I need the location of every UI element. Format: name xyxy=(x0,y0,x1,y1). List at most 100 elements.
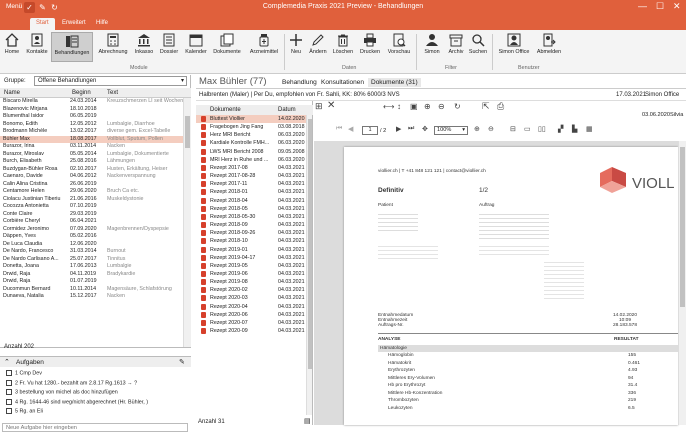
fit-height-icon[interactable]: ↕ xyxy=(397,102,401,111)
inkasso-button[interactable]: Inkasso xyxy=(132,33,156,55)
calendar-button[interactable]: Kalender xyxy=(183,33,209,55)
first-page-icon[interactable]: ⏮ xyxy=(336,125,342,133)
patient-row[interactable]: Ciolacu Justinian Tiberiu 21.06.2016 Muske… xyxy=(0,196,183,204)
document-row[interactable]: Rezept 2019-01 04.03.2021 xyxy=(196,246,306,254)
document-row[interactable]: Rezept 2019-04-17 04.03.2021 xyxy=(196,254,306,262)
col-beginn[interactable]: Beginn xyxy=(72,90,91,96)
maximize-icon[interactable]: ☐ xyxy=(656,1,664,12)
zoom-in-small-icon[interactable]: ⊕ xyxy=(474,125,480,133)
collapse-icon[interactable]: ⌃ xyxy=(4,358,10,366)
tab-start[interactable]: Start xyxy=(30,18,55,30)
tab-hilfe[interactable]: Hilfe xyxy=(90,18,114,30)
minimize-icon[interactable]: — xyxy=(638,1,647,11)
export-icon[interactable]: ▤ xyxy=(304,417,311,425)
user-button[interactable]: Simon Office xyxy=(495,33,533,55)
task-checkbox[interactable] xyxy=(6,389,12,395)
tab-erweitert[interactable]: Erweitert xyxy=(56,18,92,30)
print-button[interactable]: Drucken xyxy=(357,33,383,55)
pencil-icon[interactable]: ✎ xyxy=(179,358,185,366)
patient-row[interactable]: Buzdygan-Bühler Rosa 02.10.2017 Husten, Er… xyxy=(0,166,183,174)
scroll-thumb[interactable] xyxy=(185,116,190,148)
document-row[interactable]: Rezept 2018-05-30 04.03.2021 xyxy=(196,213,306,221)
task-checkbox[interactable] xyxy=(6,370,12,376)
patient-row[interactable]: Blumenthal Isidor 06.05.2019 xyxy=(0,113,183,121)
task-checkbox[interactable] xyxy=(6,379,12,386)
treatments-button[interactable]: Behandlungen xyxy=(51,32,93,62)
zoom-in-icon[interactable]: ⊕ xyxy=(424,102,431,111)
fit-icon[interactable]: ⊟ xyxy=(510,125,516,133)
patient-row[interactable]: Blazenovic Mirjana 18.10.2018 xyxy=(0,106,183,114)
documents-scrollbar[interactable] xyxy=(306,115,312,415)
scroll-thumb[interactable] xyxy=(308,119,312,369)
tab-konsultationen[interactable]: Konsultationen xyxy=(321,79,364,86)
document-row[interactable]: Rezept 2017-08-28 04.03.2021 xyxy=(196,172,306,180)
document-row[interactable]: Rezept 2018-05 04.03.2021 xyxy=(196,205,306,213)
new-task-input[interactable]: Neue Aufgabe hier eingeben xyxy=(2,423,188,432)
patient-row[interactable]: Caenaro, Davide 04.06.2012 Nackenverspannu… xyxy=(0,173,183,181)
prev-page-icon[interactable]: ◀ xyxy=(348,125,353,133)
patient-row[interactable]: Cocozza Antonietta 07.10.2019 xyxy=(0,203,183,211)
document-row[interactable]: Rezept 2020-02 04.03.2021 xyxy=(196,286,306,294)
print-doc-icon[interactable]: ⎙ xyxy=(497,101,504,112)
two-page-icon[interactable]: ▯▯ xyxy=(538,125,546,133)
patient-row[interactable]: Burch, Elisabeth 25.08.2016 Lähmungen xyxy=(0,158,183,166)
send-icon[interactable]: ⇱ xyxy=(482,101,490,112)
zoom-out-small-icon[interactable]: ⊖ xyxy=(488,125,494,133)
filter-simon-button[interactable]: Simon xyxy=(420,33,444,55)
document-row[interactable]: LWS MRI Bericht 2008 09.05.2008 xyxy=(196,148,306,156)
patient-row[interactable]: Donetta, Joana 17.06.2013 Lumbalgie xyxy=(0,263,183,271)
task-checkbox[interactable] xyxy=(6,408,12,414)
patient-row[interactable]: Drwid, Raja 01.07.2019 xyxy=(0,278,183,286)
zoom-out-icon[interactable]: ⊖ xyxy=(438,102,445,111)
fit-page-icon[interactable]: ▣ xyxy=(410,102,418,111)
document-row[interactable]: Rezept 2020-03 04.03.2021 xyxy=(196,294,306,302)
home-button[interactable]: Home xyxy=(3,33,21,55)
patients-scrollbar[interactable] xyxy=(183,98,191,358)
patient-row[interactable]: Conte Claire 29.03.2019 xyxy=(0,211,183,219)
patient-row[interactable]: Ducommun Bernard 10.11.2014 Magensäure, Sc… xyxy=(0,286,183,294)
delete-button[interactable]: Löschen xyxy=(331,33,355,55)
document-row[interactable]: Rezept 2018-04 04.03.2021 xyxy=(196,197,306,205)
chevron-down-icon[interactable]: ▾ xyxy=(462,127,465,133)
document-row[interactable]: Rezept 2020-04 04.03.2021 xyxy=(196,303,306,311)
patient-row[interactable]: Drwid, Raja 04.11.2019 Bradykardie xyxy=(0,271,183,279)
single-page-icon[interactable]: ▭ xyxy=(524,125,531,133)
patient-row[interactable]: Burazor, Miroslav 05.05.2014 Lumbalgie, Do… xyxy=(0,151,183,159)
search-button[interactable]: Suchen xyxy=(467,33,489,55)
col-text[interactable]: Text xyxy=(107,90,118,96)
patient-row[interactable]: Bühler Max 18.08.2017 Vollblut, Sputum, Po… xyxy=(0,135,183,143)
open-icon[interactable]: ⊞ xyxy=(315,101,323,112)
patient-row[interactable]: Bonomo, Edith 12.05.2012 Lumbalgie, Diarrh… xyxy=(0,121,183,129)
col-datum[interactable]: Datum xyxy=(278,107,296,113)
documents-button[interactable]: Dokumente xyxy=(211,33,243,55)
medicine-button[interactable]: Arzneimittel xyxy=(246,33,282,55)
document-row[interactable]: Kardiale Kontrolle FMH... 06.03.2020 xyxy=(196,139,306,147)
patient-row[interactable]: Centamore Helen 29.06.2020 Bruch Ca etc. xyxy=(0,188,183,196)
document-row[interactable]: Bluttest Viollier 14.02.2020 xyxy=(196,115,306,124)
patient-row[interactable]: Dunaeva, Natalia 15.12.2017 Nacken xyxy=(0,293,183,301)
patient-row[interactable]: Biscaro Mirella 24.03.2014 Kreuzschmerzen … xyxy=(0,98,183,106)
pan-icon[interactable]: ✥ xyxy=(422,125,428,133)
patient-row[interactable]: Däppen, Yves 05.02.2016 xyxy=(0,233,183,241)
document-row[interactable]: Rezept 2017-08 04.03.2021 xyxy=(196,164,306,172)
col-name[interactable]: Name xyxy=(4,90,20,96)
preview-button[interactable]: Vorschau xyxy=(385,33,413,55)
document-row[interactable]: Herz MRI Bericht 06.03.2020 xyxy=(196,131,306,139)
select-icon[interactable]: ▞ xyxy=(558,125,563,133)
thumbnail-icon[interactable]: ▦ xyxy=(586,125,593,133)
tab-dokumente[interactable]: Dokumente (31) xyxy=(368,78,421,87)
document-row[interactable]: Rezept 2018-10 04.03.2021 xyxy=(196,237,306,245)
patient-row[interactable]: Calin Alina Cristina 26.06.2019 xyxy=(0,181,183,189)
contacts-button[interactable]: Kontakte xyxy=(24,33,50,55)
scroll-thumb[interactable] xyxy=(680,147,685,307)
document-row[interactable]: Rezept 2020-09 04.03.2021 xyxy=(196,327,306,335)
zoom-select[interactable]: 100% ▾ xyxy=(434,126,468,135)
patient-row[interactable]: Brodmann Michèle 13.02.2017 diverse gem. E… xyxy=(0,128,183,136)
document-row[interactable]: Fragebogen Jing Fang 03.08.2018 xyxy=(196,123,306,131)
patient-row[interactable]: Cormidez Jeronimo 07.09.2020 Magenbrennen/… xyxy=(0,226,183,234)
tab-behandlung[interactable]: Behandlung xyxy=(282,79,317,86)
document-row[interactable]: Rezept 2020-06 04.03.2021 xyxy=(196,311,306,319)
patient-row[interactable]: Burazor, Irina 03.11.2014 Nacken xyxy=(0,143,183,151)
group-select[interactable]: Offene Behandlungen ▾ xyxy=(34,76,187,86)
patient-row[interactable]: Corbière Cheryl 06.04.2021 xyxy=(0,218,183,226)
